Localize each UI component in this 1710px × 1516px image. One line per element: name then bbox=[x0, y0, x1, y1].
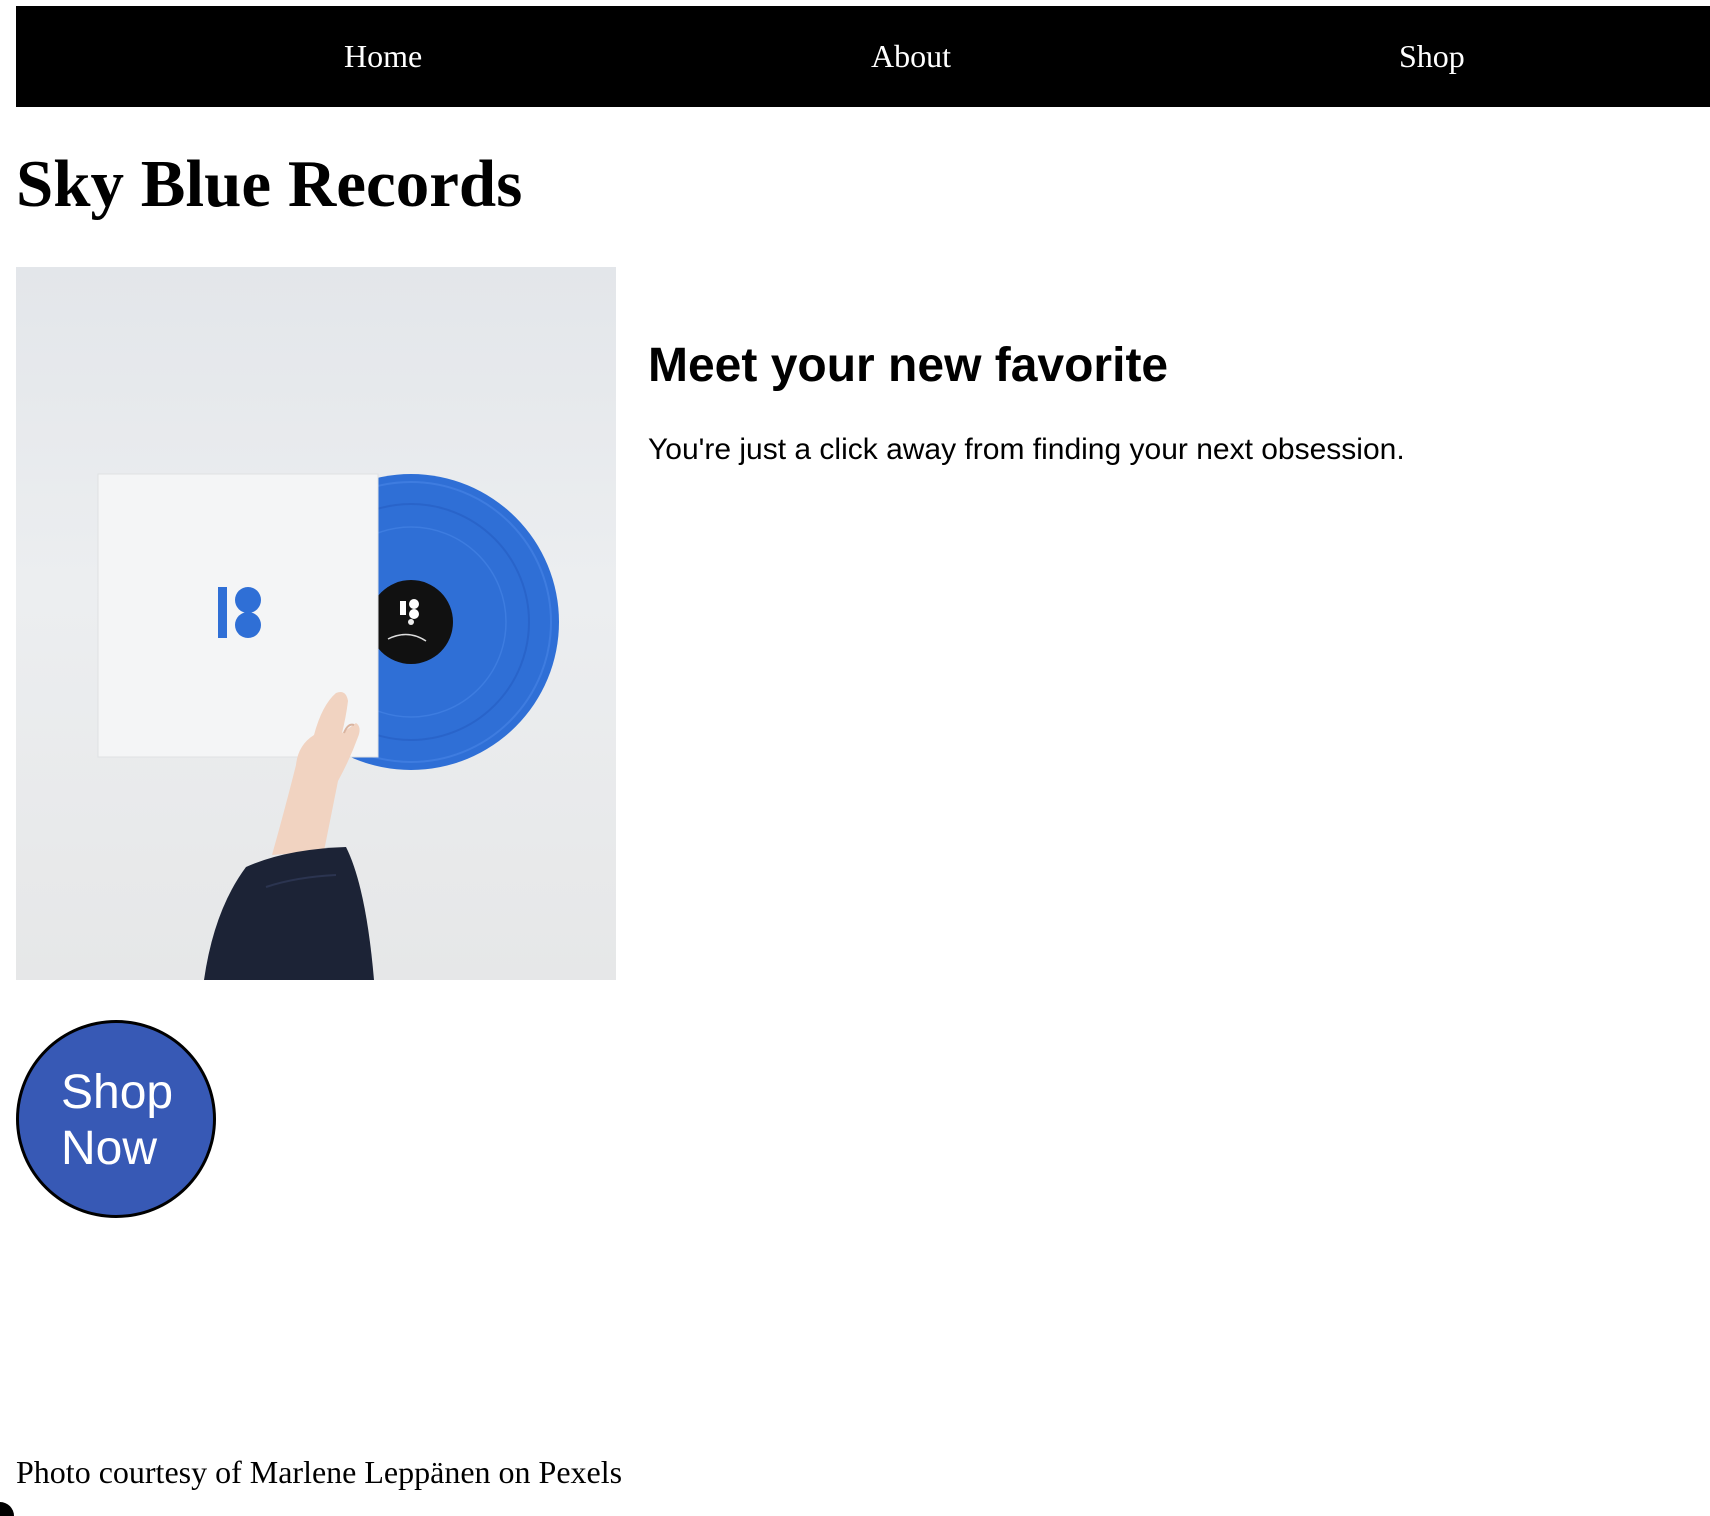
promo-text: You're just a click away from finding yo… bbox=[648, 433, 1405, 466]
top-navigation: Home About Shop bbox=[16, 6, 1710, 107]
shop-now-button[interactable]: Shop Now bbox=[16, 1020, 216, 1218]
vinyl-record-photo bbox=[16, 267, 616, 980]
nav-link-home[interactable]: Home bbox=[344, 6, 422, 107]
window-corner bbox=[0, 1502, 14, 1516]
nav-link-about[interactable]: About bbox=[871, 6, 951, 107]
site-title: Sky Blue Records bbox=[16, 147, 523, 221]
promo-heading: Meet your new favorite bbox=[648, 339, 1169, 392]
shop-now-label-line1: Shop bbox=[61, 1066, 174, 1119]
shop-now-label-line2: Now bbox=[61, 1122, 158, 1175]
nav-link-shop[interactable]: Shop bbox=[1399, 6, 1465, 107]
photo-credit: Photo courtesy of Marlene Leppänen on Pe… bbox=[16, 1454, 623, 1490]
